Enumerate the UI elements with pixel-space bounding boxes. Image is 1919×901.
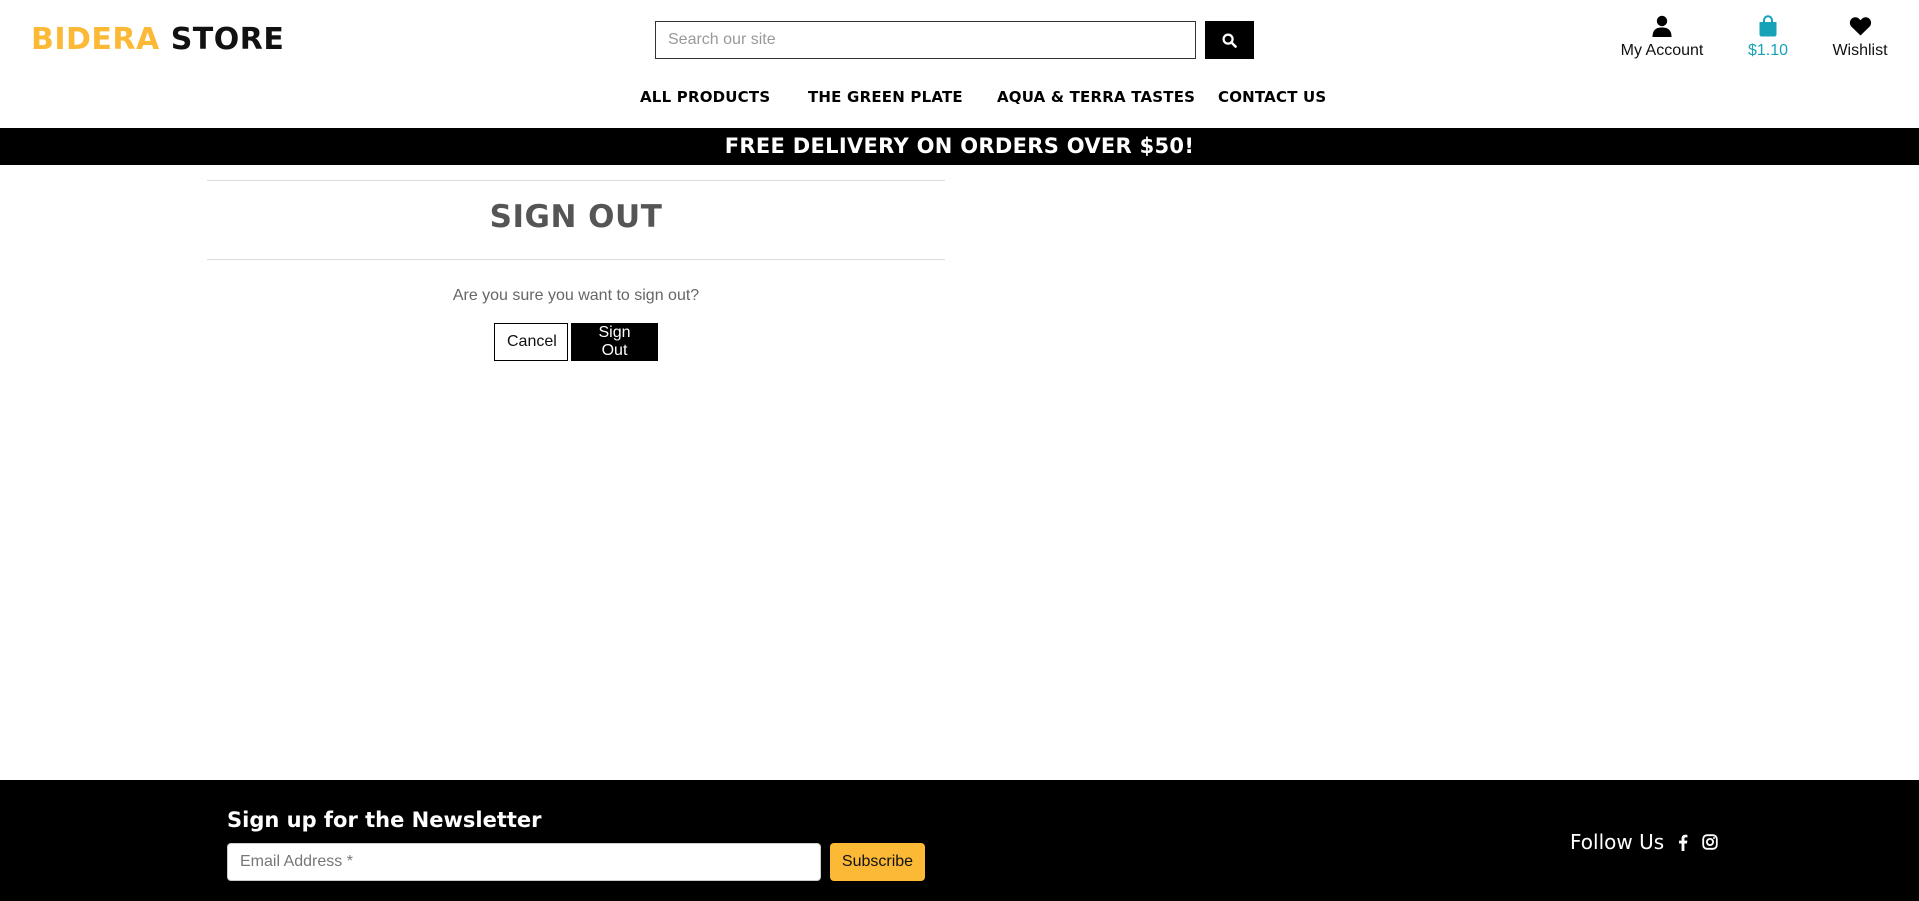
nav-the-green-plate[interactable]: The Green Plate: [808, 88, 963, 106]
search-input[interactable]: [655, 21, 1196, 59]
nav-contact-us[interactable]: Contact Us: [1218, 88, 1326, 106]
site-logo[interactable]: BIDERA STORE: [31, 22, 284, 57]
newsletter-email-input[interactable]: [227, 843, 821, 881]
logo-brand[interactable]: BIDERA: [31, 22, 160, 57]
nav-aqua-terra-tastes[interactable]: Aqua & Terra Tastes: [997, 88, 1195, 106]
sign-out-button[interactable]: Sign Out: [571, 323, 658, 361]
bag-total: $1.10: [1747, 42, 1789, 59]
divider-bottom: [207, 259, 945, 260]
logo-store[interactable]: STORE: [171, 22, 285, 57]
sign-out-panel: Sign Out Are you sure you want to sign o…: [207, 180, 945, 361]
shopping-bag-link[interactable]: $1.10: [1740, 14, 1796, 60]
instagram-icon[interactable]: [1702, 834, 1718, 850]
follow-us-label: Follow Us: [1570, 830, 1665, 854]
confirm-text: Are you sure you want to sign out?: [452, 287, 700, 304]
subscribe-button[interactable]: Subscribe: [830, 843, 925, 881]
sign-out-actions: Cancel Sign Out: [207, 323, 945, 361]
search-button[interactable]: [1205, 21, 1254, 59]
follow-us: Follow Us: [1570, 830, 1718, 854]
my-account-label: My Account: [1620, 42, 1704, 59]
newsletter-form: Subscribe: [227, 843, 925, 881]
nav-all-products[interactable]: All Products: [640, 88, 770, 106]
wishlist-label: Wishlist: [1832, 42, 1888, 59]
delivery-banner-text: Free delivery on orders over $50!: [724, 134, 1195, 158]
delivery-banner: Free delivery on orders over $50!: [0, 128, 1919, 165]
wishlist-link[interactable]: Wishlist: [1828, 14, 1892, 60]
cancel-button[interactable]: Cancel: [494, 323, 568, 361]
site-footer: Sign up for the Newsletter Subscribe Fol…: [0, 780, 1919, 901]
heart-icon: [1849, 14, 1872, 38]
newsletter-title: Sign up for the Newsletter: [227, 808, 542, 832]
user-icon: [1652, 14, 1672, 38]
site-header: BIDERA STORE My Account $1.10: [0, 0, 1919, 128]
search-icon: [1222, 32, 1237, 48]
page-title: Sign Out: [489, 199, 663, 235]
facebook-icon[interactable]: [1678, 834, 1688, 851]
main-nav: All Products The Green Plate Aqua & Terr…: [0, 88, 1919, 112]
search-form: [655, 21, 1254, 59]
shopping-bag-icon: [1758, 14, 1778, 38]
my-account-link[interactable]: My Account: [1620, 14, 1704, 60]
